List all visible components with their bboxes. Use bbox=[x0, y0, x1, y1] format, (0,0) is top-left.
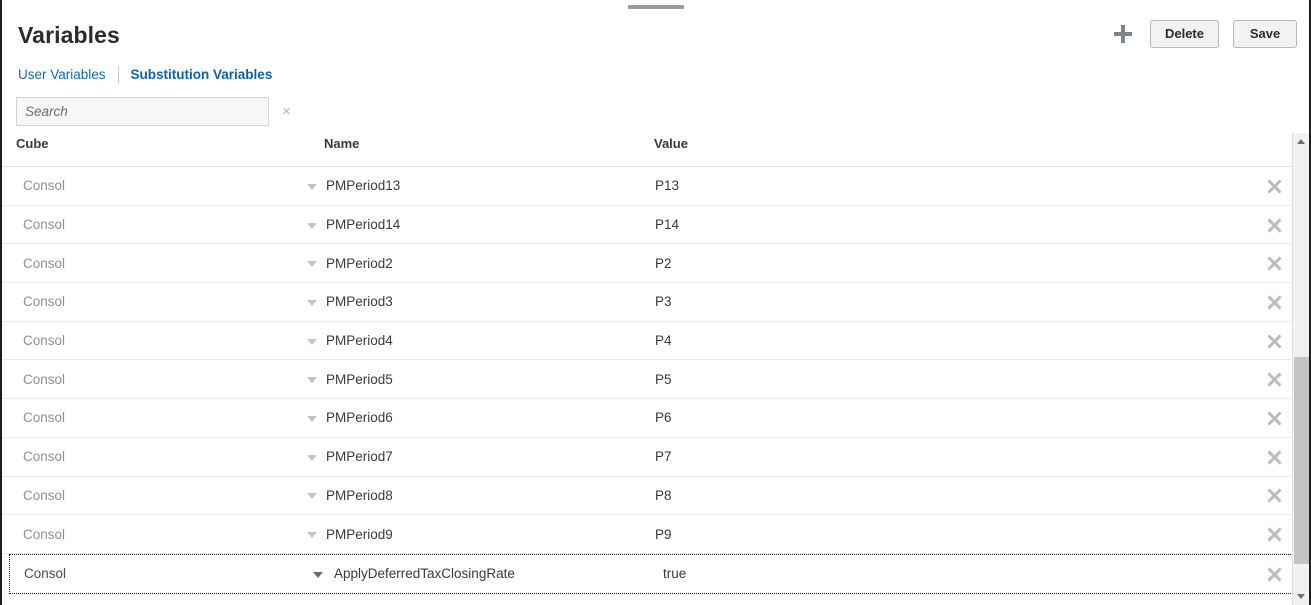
plus-icon[interactable] bbox=[1110, 21, 1136, 47]
cell-name: PMPeriod9 bbox=[326, 526, 393, 542]
delete-row-icon[interactable] bbox=[1265, 525, 1283, 543]
cell-cube: Consol bbox=[23, 294, 66, 310]
cell-name: PMPeriod4 bbox=[326, 333, 393, 349]
delete-row-icon[interactable] bbox=[1265, 216, 1283, 234]
table-body: Consol PMPeriod13 P13 Consol PMPeriod14 P14 Co… bbox=[2, 167, 1309, 605]
cell-name: PMPeriod5 bbox=[326, 371, 393, 387]
tab-bar: User Variables Substitution Variables bbox=[18, 64, 272, 84]
header-actions: Delete Save bbox=[1110, 20, 1297, 48]
table-row[interactable]: Consol PMPeriod4 P4 bbox=[2, 321, 1309, 361]
cell-name: PMPeriod14 bbox=[326, 217, 401, 233]
cell-value: P14 bbox=[655, 217, 680, 233]
clear-icon[interactable]: × bbox=[282, 104, 291, 119]
cell-name: PMPeriod6 bbox=[326, 410, 393, 426]
tab-substitution-variables[interactable]: Substitution Variables bbox=[131, 67, 273, 82]
chevron-down-icon[interactable] bbox=[307, 493, 317, 500]
cell-cube: Consol bbox=[23, 487, 66, 503]
search-input[interactable] bbox=[16, 97, 269, 126]
chevron-up-icon[interactable] bbox=[1293, 133, 1309, 150]
panel-drag-handle[interactable] bbox=[627, 5, 684, 9]
page-header: Variables Delete Save bbox=[2, 18, 1309, 62]
tab-user-variables[interactable]: User Variables bbox=[18, 67, 106, 82]
cell-cube: Consol bbox=[24, 566, 67, 582]
chevron-down-icon[interactable] bbox=[313, 571, 323, 578]
table-row[interactable]: Consol PMPeriod14 P14 bbox=[2, 205, 1309, 245]
chevron-down-icon[interactable] bbox=[307, 299, 317, 306]
delete-row-icon[interactable] bbox=[1265, 254, 1283, 272]
save-button[interactable]: Save bbox=[1233, 20, 1297, 48]
table-row[interactable]: Consol PMPeriod5 P5 bbox=[2, 360, 1309, 400]
cell-name: PMPeriod13 bbox=[326, 178, 401, 194]
delete-button[interactable]: Delete bbox=[1149, 20, 1219, 48]
tab-separator bbox=[117, 65, 119, 83]
column-header-cube: Cube bbox=[16, 136, 49, 151]
delete-row-icon[interactable] bbox=[1265, 448, 1283, 466]
table-row[interactable]: Consol PMPeriod13 P13 bbox=[2, 167, 1309, 206]
table-row[interactable]: Consol PMPeriod3 P3 bbox=[2, 283, 1309, 322]
cell-cube: Consol bbox=[23, 255, 66, 271]
table-row[interactable]: Consol PMPeriod6 P6 bbox=[2, 399, 1309, 438]
cell-name: PMPeriod2 bbox=[326, 255, 393, 271]
delete-row-icon[interactable] bbox=[1265, 293, 1283, 311]
cell-cube: Consol bbox=[23, 217, 66, 233]
vertical-scrollbar[interactable] bbox=[1292, 133, 1309, 605]
chevron-down-icon[interactable] bbox=[307, 183, 317, 190]
column-header-name: Name bbox=[324, 136, 360, 151]
cell-cube: Consol bbox=[23, 178, 66, 194]
cell-value: P2 bbox=[655, 255, 672, 271]
cell-value: P8 bbox=[655, 487, 672, 503]
delete-row-icon[interactable] bbox=[1265, 565, 1283, 583]
chevron-down-icon[interactable] bbox=[307, 222, 317, 229]
chevron-down-icon[interactable] bbox=[307, 532, 317, 539]
cell-name: PMPeriod3 bbox=[326, 294, 393, 310]
cell-value: P4 bbox=[655, 333, 672, 349]
delete-row-icon[interactable] bbox=[1265, 177, 1283, 195]
cell-name: PMPeriod8 bbox=[326, 487, 393, 503]
chevron-down-icon[interactable] bbox=[307, 377, 317, 384]
cell-cube: Consol bbox=[23, 526, 66, 542]
variables-panel: Variables Delete Save User Variables Sub… bbox=[0, 0, 1311, 605]
cell-value: true bbox=[663, 566, 687, 582]
column-header-value: Value bbox=[654, 136, 688, 151]
cell-cube: Consol bbox=[23, 371, 66, 387]
delete-row-icon[interactable] bbox=[1265, 370, 1283, 388]
cell-cube: Consol bbox=[23, 333, 66, 349]
cell-value: P6 bbox=[655, 410, 672, 426]
page-title: Variables bbox=[18, 22, 120, 48]
table-row[interactable]: Consol PMPeriod8 P8 bbox=[2, 476, 1309, 516]
cell-value: P3 bbox=[655, 294, 672, 310]
chevron-down-icon[interactable] bbox=[307, 454, 317, 461]
scroll-thumb[interactable] bbox=[1294, 357, 1309, 564]
cell-value: P9 bbox=[655, 526, 672, 542]
cell-cube: Consol bbox=[23, 410, 66, 426]
delete-row-icon[interactable] bbox=[1265, 332, 1283, 350]
delete-row-icon[interactable] bbox=[1265, 486, 1283, 504]
variables-table: Cube Name Value Consol PMPeriod13 P13 Conso… bbox=[2, 133, 1309, 605]
cell-name: PMPeriod7 bbox=[326, 449, 393, 465]
cell-value: P5 bbox=[655, 371, 672, 387]
chevron-down-icon[interactable] bbox=[307, 338, 317, 345]
search-row: × bbox=[16, 97, 291, 126]
chevron-down-icon[interactable] bbox=[307, 415, 317, 422]
table-row[interactable]: Consol PMPeriod7 P7 bbox=[2, 437, 1309, 477]
cell-name: ApplyDeferredTaxClosingRate bbox=[334, 566, 515, 582]
delete-row-icon[interactable] bbox=[1265, 409, 1283, 427]
chevron-down-icon[interactable] bbox=[307, 261, 317, 268]
cell-value: P7 bbox=[655, 449, 672, 465]
table-header-row: Cube Name Value bbox=[2, 133, 1309, 167]
cell-value: P13 bbox=[655, 178, 680, 194]
cell-cube: Consol bbox=[23, 449, 66, 465]
chevron-down-icon[interactable] bbox=[1293, 588, 1309, 605]
table-row[interactable]: Consol ApplyDeferredTaxClosingRate true bbox=[9, 553, 1309, 594]
table-row[interactable]: Consol PMPeriod2 P2 bbox=[2, 244, 1309, 284]
table-row[interactable]: Consol PMPeriod9 P9 bbox=[2, 515, 1309, 554]
